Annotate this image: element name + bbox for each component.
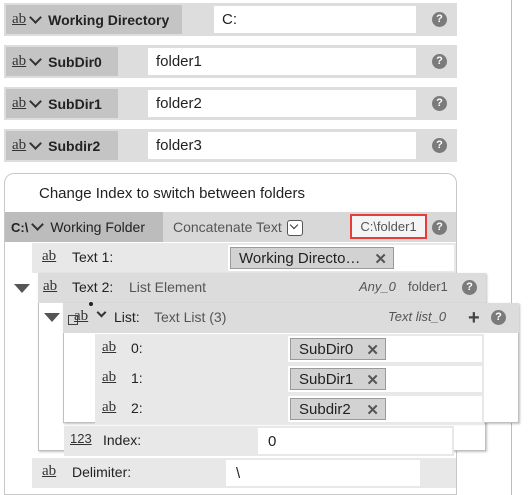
list-item-chip[interactable]: SubDir1 ✕ — [290, 368, 386, 390]
delimiter-row: ab Delimiter: \ — [32, 458, 456, 488]
list-label: List: — [114, 309, 140, 325]
type-selector[interactable]: C:\ Working Folder — [5, 212, 163, 242]
list-item-index: 2: — [131, 400, 143, 416]
param-value-input[interactable]: C: — [214, 6, 416, 33]
result-value: C:\folder1 — [350, 214, 427, 239]
type-selector[interactable]: ab Working Directory — [6, 5, 182, 34]
list-item-index: 1: — [131, 370, 143, 386]
param-row-subdir0: ab SubDir0 folder1 ? — [4, 45, 457, 78]
add-icon[interactable]: + — [468, 308, 480, 328]
mode-selector[interactable]: Concatenate Text — [173, 219, 303, 237]
help-icon[interactable]: ? — [432, 12, 447, 27]
list-item-1: ab 1: SubDir1 ✕ — [95, 364, 484, 394]
remove-icon[interactable]: ✕ — [366, 401, 379, 419]
remove-icon[interactable]: ✕ — [374, 250, 387, 268]
text2-name: Any_0 — [359, 279, 396, 294]
list-kind: Text List (3) — [154, 309, 227, 325]
text-type-icon: ab — [102, 339, 117, 355]
working-folder-label: Working Folder — [50, 219, 146, 235]
number-type-icon: 123 — [70, 431, 92, 446]
type-selector[interactable]: ab Subdir2 — [6, 131, 118, 160]
chevron-down-icon — [29, 52, 43, 66]
collapse-triangle-icon[interactable] — [14, 284, 30, 293]
param-label: SubDir1 — [48, 95, 102, 112]
delimiter-label: Delimiter: — [72, 464, 132, 480]
help-icon[interactable]: ? — [432, 96, 447, 111]
param-label: SubDir0 — [48, 53, 102, 70]
list-item-index: 0: — [131, 340, 143, 356]
param-value-input[interactable]: folder3 — [148, 132, 416, 159]
index-input[interactable]: 0 — [258, 428, 452, 454]
marker-dot — [89, 302, 93, 306]
param-label: Subdir2 — [48, 137, 101, 154]
text2-kind: List Element — [129, 279, 207, 295]
list-name: Text list_0 — [388, 309, 447, 324]
param-label: Working Directory — [48, 11, 170, 28]
chevron-down-icon — [29, 10, 43, 24]
list-item-0: ab 0: SubDir0 ✕ — [95, 334, 484, 364]
param-row-working-directory: ab Working Directory C: ? — [4, 3, 457, 36]
list-item-chip[interactable]: Subdir2 ✕ — [290, 398, 386, 420]
remove-icon[interactable]: ✕ — [366, 341, 379, 359]
param-row-subdir1: ab SubDir1 folder2 ? — [4, 87, 457, 120]
info-text: Change Index to switch between folders — [39, 185, 305, 202]
text1-chip[interactable]: Working Directo… ✕ — [230, 247, 394, 269]
dropdown-icon[interactable] — [286, 220, 303, 237]
help-icon[interactable]: ? — [491, 310, 506, 325]
collapse-triangle-icon[interactable] — [44, 313, 60, 322]
text2-value: folder1 — [408, 279, 448, 294]
text-type-icon: ab — [12, 137, 27, 153]
list-item-2: ab 2: Subdir2 ✕ — [95, 394, 484, 424]
help-icon[interactable]: ? — [432, 54, 447, 69]
chevron-down-icon[interactable] — [96, 307, 107, 318]
text-type-icon: ab — [42, 248, 57, 264]
text-type-icon: ab — [12, 11, 27, 27]
text-type-icon: ab — [74, 308, 89, 324]
list-row: ab List: Text List (3) Text list_0 + ? — [63, 302, 519, 333]
help-icon[interactable]: ? — [462, 280, 477, 295]
param-value-input[interactable]: folder2 — [148, 90, 416, 117]
chevron-down-icon — [29, 94, 43, 108]
type-selector[interactable]: ab SubDir0 — [6, 47, 118, 76]
param-value-input[interactable]: folder1 — [148, 48, 416, 75]
help-icon[interactable]: ? — [432, 138, 447, 153]
path-type-icon: C:\ — [11, 219, 29, 235]
text2-label: Text 2: — [72, 279, 114, 295]
index-label: Index: — [103, 432, 142, 448]
text1-label: Text 1: — [72, 249, 114, 265]
remove-icon[interactable]: ✕ — [366, 371, 379, 389]
list-item-chip[interactable]: SubDir0 ✕ — [290, 338, 386, 360]
text-type-icon: ab — [43, 278, 58, 294]
help-icon[interactable]: ? — [432, 220, 447, 235]
text-type-icon: ab — [12, 95, 27, 111]
param-row-subdir2: ab Subdir2 folder3 ? — [4, 129, 457, 162]
text-type-icon: ab — [102, 369, 117, 385]
type-selector[interactable]: ab SubDir1 — [6, 89, 118, 118]
text-type-icon: ab — [102, 399, 117, 415]
chevron-down-icon — [31, 218, 45, 231]
delimiter-input[interactable]: \ — [226, 460, 420, 486]
chevron-down-icon — [29, 136, 43, 150]
text-type-icon: ab — [42, 463, 57, 479]
text1-row: ab Text 1: Working Directo… ✕ — [32, 243, 456, 273]
text2-row: ab Text 2: List Element Any_0 folder1 ? — [38, 273, 486, 303]
index-row: 123 Index: 0 — [64, 426, 454, 456]
text-type-icon: ab — [12, 53, 27, 69]
mode-label: Concatenate Text — [173, 219, 282, 235]
